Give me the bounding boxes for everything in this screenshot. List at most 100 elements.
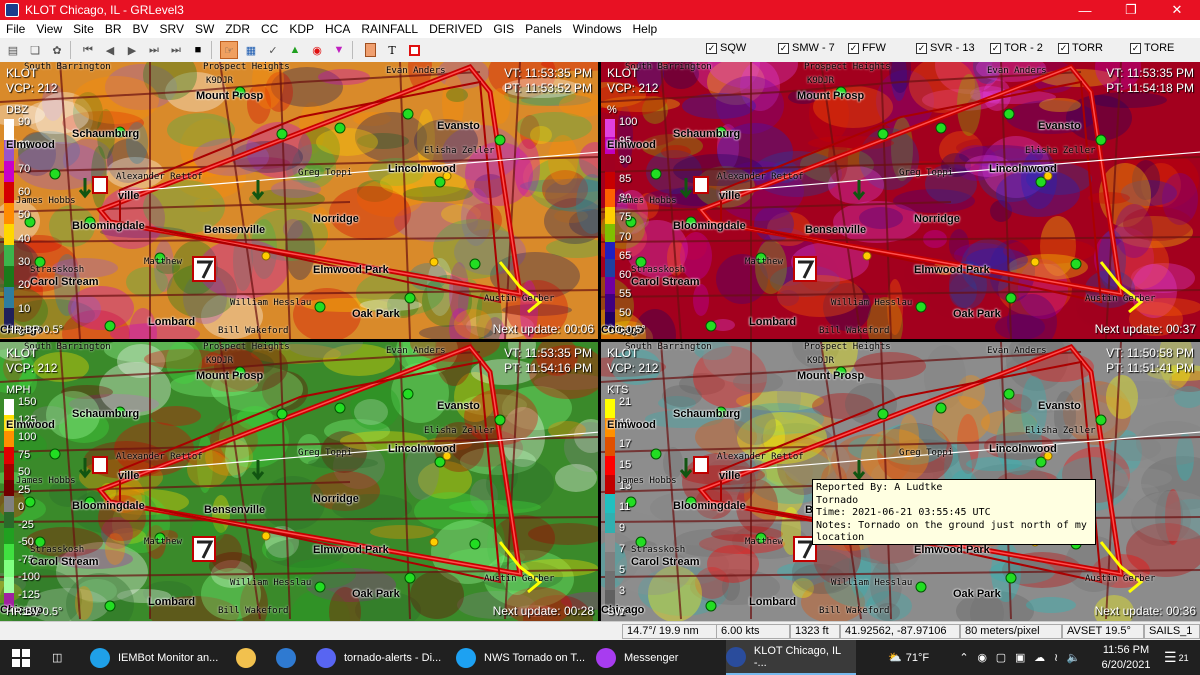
spotter-dot[interactable] <box>915 581 927 593</box>
radar-panel-2[interactable]: 100 95 90 85 80 75 70 65 60 55 50 45 South Barringto… <box>601 62 1200 339</box>
radar-panel-3[interactable]: 150 125 100 75 50 25 0 -25 -50 -75 -100 -125 -150 Sou… <box>0 342 598 621</box>
text-icon[interactable]: T <box>383 41 401 59</box>
record-icon[interactable] <box>405 41 423 59</box>
triangle-icon[interactable]: ▲ <box>286 41 304 59</box>
down-triangle-icon[interactable]: ▼ <box>330 41 348 59</box>
taskbar-app-3[interactable] <box>276 640 310 675</box>
spotter-dot[interactable] <box>404 292 416 304</box>
spotter-dot[interactable] <box>24 496 36 508</box>
tornado-report-icon[interactable] <box>793 256 817 282</box>
taskbar-app-5[interactable]: NWS Tornado on T... <box>456 640 594 675</box>
spotter-dot[interactable] <box>650 168 662 180</box>
spotter-dot-yellow[interactable] <box>429 537 439 547</box>
close-icon[interactable]: ✕ <box>1154 0 1200 20</box>
spotter-dot[interactable] <box>877 408 889 420</box>
warning-tore[interactable]: ✓ TORE <box>1130 42 1174 54</box>
menu-zdr[interactable]: ZDR <box>225 22 250 36</box>
next-frame-icon[interactable]: ⏭ <box>145 41 163 59</box>
menu-rainfall[interactable]: RAINFALL <box>361 22 418 36</box>
menu-cc[interactable]: CC <box>261 22 278 36</box>
menu-file[interactable]: File <box>6 22 25 36</box>
tornado-report-icon[interactable] <box>192 536 216 562</box>
measure-icon[interactable]: ✓ <box>264 41 282 59</box>
play-icon[interactable]: ▶ <box>123 41 141 59</box>
spotter-dot[interactable] <box>705 320 717 332</box>
menu-site[interactable]: Site <box>73 22 94 36</box>
pointer-icon[interactable]: ☞ <box>220 41 238 59</box>
radar-site-icon[interactable] <box>92 456 108 474</box>
spotter-dot[interactable] <box>314 581 326 593</box>
stop-icon[interactable]: ■ <box>189 41 207 59</box>
tornado-report-icon[interactable] <box>192 256 216 282</box>
menu-sw[interactable]: SW <box>195 22 214 36</box>
last-frame-icon[interactable]: ⏭ <box>167 41 185 59</box>
radar-site-icon[interactable] <box>693 456 709 474</box>
wifi-icon[interactable]: ≀ <box>1054 651 1058 664</box>
spotter-dot[interactable] <box>276 408 288 420</box>
spotter-dot[interactable] <box>705 600 717 612</box>
spotter-dot[interactable] <box>1003 388 1015 400</box>
radar-panel-1[interactable]: 90 80 70 60 50 40 30 20 10 0 South Barrington Prosp… <box>0 62 598 339</box>
menu-gis[interactable]: GIS <box>493 22 514 36</box>
warning-ffw[interactable]: ✓ FFW <box>848 42 886 54</box>
network-icon[interactable]: ▣ <box>1015 651 1025 664</box>
spotter-dot-yellow[interactable] <box>261 251 271 261</box>
open-icon[interactable]: ▤ <box>4 41 22 59</box>
spotter-dot[interactable] <box>935 402 947 414</box>
taskbar-app-4[interactable]: tornado-alerts - Di... <box>316 640 454 675</box>
notification-button[interactable]: ☰ 21 <box>1164 640 1192 675</box>
spotter-dot[interactable] <box>314 301 326 313</box>
menu-view[interactable]: View <box>36 22 62 36</box>
menu-br[interactable]: BR <box>105 22 122 36</box>
onedrive-icon[interactable]: ☁ <box>1034 651 1045 664</box>
spotter-dot-yellow[interactable] <box>862 251 872 261</box>
table-icon[interactable]: ▦ <box>242 41 260 59</box>
chevron-up-icon[interactable]: ⌃ <box>959 651 968 664</box>
spotter-dot[interactable] <box>104 600 116 612</box>
menu-derived[interactable]: DERIVED <box>429 22 482 36</box>
spotter-dot-yellow[interactable] <box>1030 257 1040 267</box>
taskbar-app-7[interactable]: KLOT Chicago, IL -... <box>726 640 856 675</box>
warning-smw[interactable]: ✓ SMW - 7 <box>778 42 835 54</box>
spotter-dot[interactable] <box>104 320 116 332</box>
spotter-dot[interactable] <box>1005 572 1017 584</box>
taskbar-app-1[interactable]: IEMBot Monitor an... <box>90 640 235 675</box>
start-button[interactable] <box>12 640 36 675</box>
spotter-dot[interactable] <box>494 414 506 426</box>
spotter-dot[interactable] <box>915 301 927 313</box>
menu-windows[interactable]: Windows <box>573 22 622 36</box>
spotter-dot[interactable] <box>334 402 346 414</box>
menu-bv[interactable]: BV <box>133 22 149 36</box>
spotter-dot[interactable] <box>935 122 947 134</box>
spotter-dot[interactable] <box>1003 108 1015 120</box>
first-frame-icon[interactable]: ⏮ <box>79 41 97 59</box>
warning-sqw[interactable]: ✓ SQW <box>706 42 746 54</box>
app-tray-icon[interactable]: ▢ <box>996 651 1006 664</box>
spotter-dot[interactable] <box>402 388 414 400</box>
spotter-dot[interactable] <box>469 538 481 550</box>
spotter-dot[interactable] <box>276 128 288 140</box>
color-box-icon[interactable] <box>361 41 379 59</box>
spotter-dot[interactable] <box>877 128 889 140</box>
spotter-dot[interactable] <box>49 168 61 180</box>
clock[interactable]: 11:56 PM 6/20/2021 <box>1096 640 1156 675</box>
spotter-dot[interactable] <box>1095 134 1107 146</box>
circle-icon[interactable]: ◉ <box>308 41 326 59</box>
spotter-dot[interactable] <box>49 448 61 460</box>
copy-icon[interactable]: ❏ <box>26 41 44 59</box>
spotter-dot[interactable] <box>469 258 481 270</box>
spotter-dot[interactable] <box>1070 258 1082 270</box>
menu-kdp[interactable]: KDP <box>289 22 314 36</box>
spotter-dot[interactable] <box>650 448 662 460</box>
spotter-dot[interactable] <box>1095 414 1107 426</box>
task-view-button[interactable]: ◫ <box>52 640 72 675</box>
menu-hca[interactable]: HCA <box>325 22 350 36</box>
warning-tor[interactable]: ✓ TOR - 2 <box>990 42 1043 54</box>
taskbar-app-6[interactable]: Messenger <box>596 640 686 675</box>
spotter-dot[interactable] <box>404 572 416 584</box>
menu-panels[interactable]: Panels <box>525 22 562 36</box>
spotter-dot[interactable] <box>334 122 346 134</box>
radar-site-icon[interactable] <box>693 176 709 194</box>
spotter-dot[interactable] <box>494 134 506 146</box>
sites-icon[interactable]: ✿ <box>48 41 66 59</box>
